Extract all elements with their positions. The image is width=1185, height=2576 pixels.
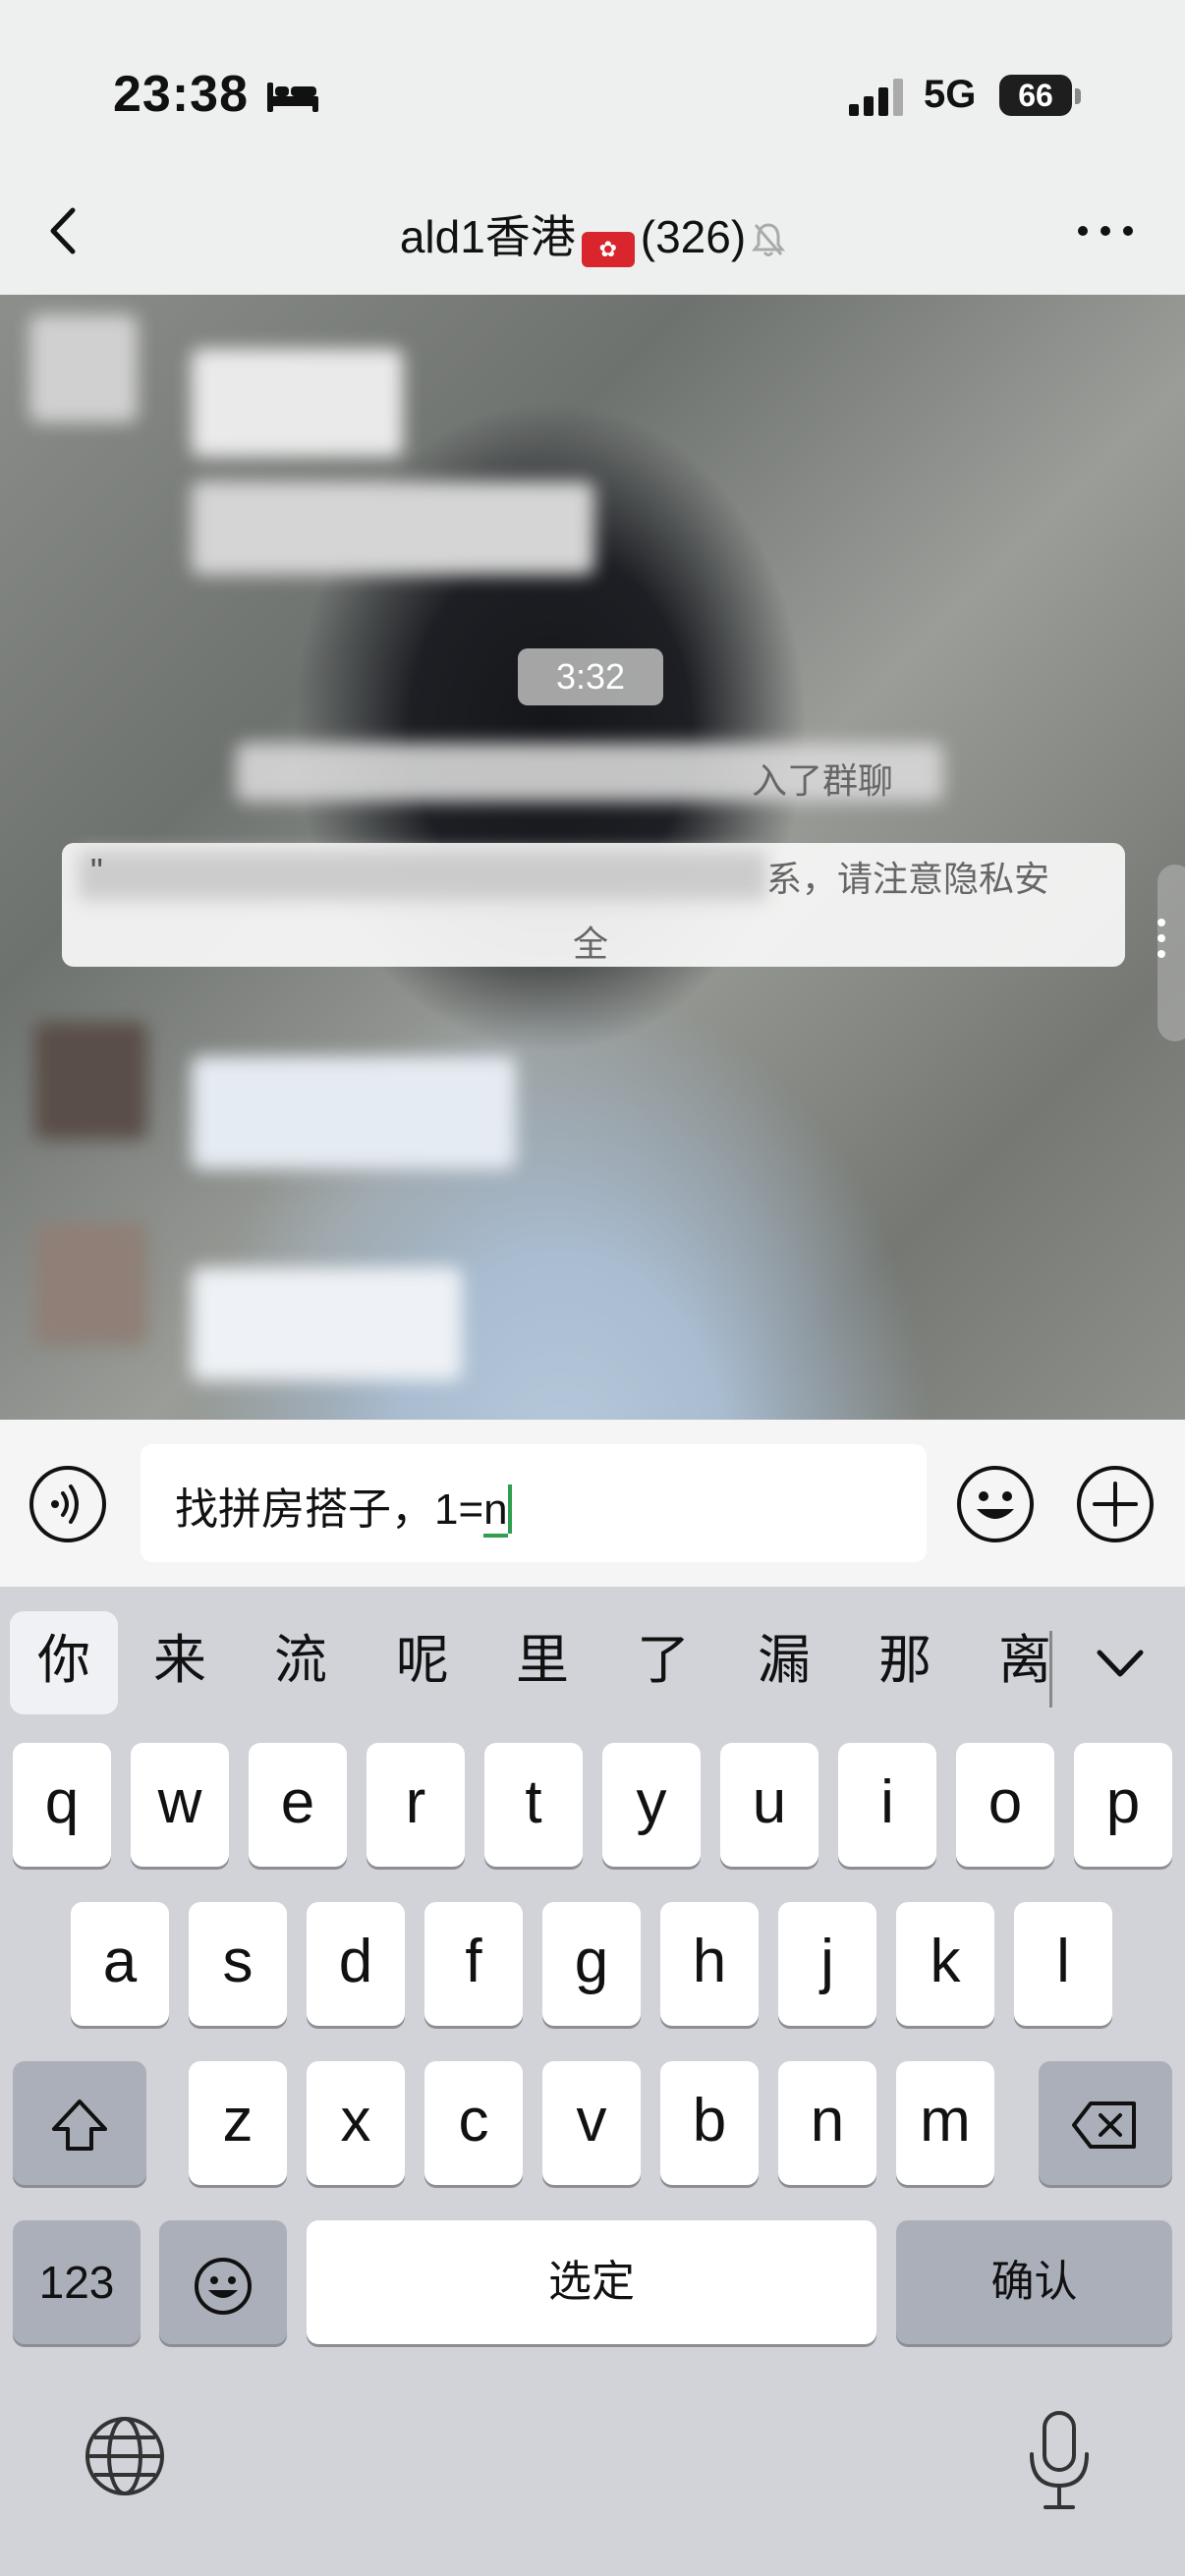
delete-key[interactable] xyxy=(1039,2061,1172,2185)
muted-bell-icon xyxy=(752,223,786,256)
key-b[interactable]: b xyxy=(660,2061,759,2185)
candidate-word[interactable]: 来 xyxy=(131,1611,229,1709)
key-k[interactable]: k xyxy=(896,1902,994,2026)
key-y[interactable]: y xyxy=(602,1743,701,1867)
key-v[interactable]: v xyxy=(542,2061,641,2185)
voice-input-icon[interactable] xyxy=(28,1464,108,1544)
battery-tip xyxy=(1075,88,1081,104)
candidate-word[interactable]: 那 xyxy=(856,1611,954,1709)
network-type: 5G xyxy=(924,73,977,116)
key-u[interactable]: u xyxy=(720,1743,818,1867)
candidate-word[interactable]: 里 xyxy=(493,1611,592,1709)
key-e[interactable]: e xyxy=(249,1743,347,1867)
privacy-notice-line1: 系，请注意隐私安 xyxy=(766,859,1050,899)
shift-arrow-icon xyxy=(52,2099,107,2151)
composing-text: n xyxy=(483,1485,508,1538)
message-input-text: 找拼房搭子，1=n xyxy=(175,1474,512,1538)
candidate-word[interactable]: 离 xyxy=(976,1611,1074,1709)
expand-candidates-icon[interactable] xyxy=(1086,1639,1155,1688)
candidate-word[interactable]: 呢 xyxy=(373,1611,472,1709)
candidate-word[interactable]: 你 xyxy=(15,1611,113,1709)
key-d[interactable]: d xyxy=(307,1902,405,2026)
key-t[interactable]: t xyxy=(484,1743,583,1867)
key-f[interactable]: f xyxy=(424,1902,523,2026)
numbers-key[interactable]: 123 xyxy=(13,2220,141,2344)
avatar[interactable] xyxy=(34,1223,147,1346)
privacy-notice-redacted xyxy=(79,851,766,900)
key-q[interactable]: q xyxy=(13,1743,111,1867)
cellular-signal-icon xyxy=(849,79,903,116)
key-p[interactable]: p xyxy=(1074,1743,1172,1867)
key-r[interactable]: r xyxy=(367,1743,465,1867)
message-bubble[interactable] xyxy=(192,481,594,575)
privacy-notice-line2: 全 xyxy=(573,924,609,964)
space-key[interactable]: 选定 xyxy=(307,2220,876,2344)
key-w[interactable]: w xyxy=(131,1743,229,1867)
handle-dot xyxy=(1157,950,1165,958)
key-l[interactable]: l xyxy=(1014,1902,1112,2026)
key-x[interactable]: x xyxy=(307,2061,405,2185)
chat-title[interactable]: ald1香港 ✿ (326) xyxy=(0,201,1185,267)
key-i[interactable]: i xyxy=(838,1743,936,1867)
plus-icon[interactable] xyxy=(1075,1464,1156,1544)
delete-backspace-icon xyxy=(1072,2100,1136,2149)
hong-kong-flag-icon: ✿ xyxy=(581,232,635,267)
message-timestamp: 3:32 xyxy=(518,648,663,705)
key-h[interactable]: h xyxy=(660,1902,759,2026)
candidate-word[interactable]: 漏 xyxy=(735,1611,833,1709)
emoji-icon[interactable] xyxy=(955,1464,1036,1544)
privacy-notice-quote: " xyxy=(90,851,103,891)
message-bubble[interactable] xyxy=(192,1267,462,1380)
shift-key[interactable] xyxy=(13,2061,146,2185)
member-count: (326) xyxy=(640,211,747,262)
key-g[interactable]: g xyxy=(542,1902,641,2026)
confirm-key[interactable]: 确认 xyxy=(896,2220,1172,2344)
message-bubble[interactable] xyxy=(192,349,403,457)
emoji-icon xyxy=(195,2257,252,2315)
sleep-focus-icon xyxy=(267,83,318,112)
battery-level: 66 xyxy=(999,75,1072,116)
key-z[interactable]: z xyxy=(189,2061,287,2185)
handle-dot xyxy=(1157,934,1165,942)
message-bubble[interactable] xyxy=(192,1056,516,1169)
key-c[interactable]: c xyxy=(424,2061,523,2185)
key-a[interactable]: a xyxy=(71,1902,169,2026)
globe-icon[interactable] xyxy=(81,2412,169,2500)
key-o[interactable]: o xyxy=(956,1743,1054,1867)
avatar[interactable] xyxy=(34,1022,147,1140)
key-n[interactable]: n xyxy=(778,2061,876,2185)
join-notice-text: 入了群聊 xyxy=(752,760,894,801)
key-s[interactable]: s xyxy=(189,1902,287,2026)
emoji-key[interactable] xyxy=(159,2220,287,2344)
candidate-word[interactable]: 流 xyxy=(252,1611,350,1709)
candidate-separator xyxy=(1049,1631,1052,1708)
key-m[interactable]: m xyxy=(896,2061,994,2185)
handle-dot xyxy=(1157,919,1165,926)
key-j[interactable]: j xyxy=(778,1902,876,2026)
candidate-word[interactable]: 了 xyxy=(614,1611,712,1709)
chat-title-text: ald1香港 xyxy=(399,211,576,262)
microphone-icon[interactable] xyxy=(1020,2407,1099,2515)
more-options-icon[interactable] xyxy=(1071,216,1140,246)
avatar[interactable] xyxy=(29,314,138,422)
status-time: 23:38 xyxy=(113,66,249,123)
text-caret xyxy=(507,1484,512,1534)
